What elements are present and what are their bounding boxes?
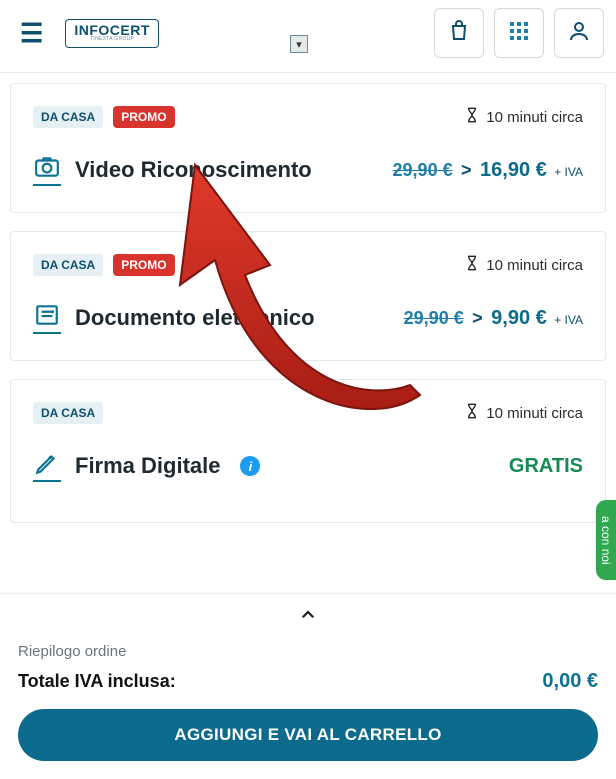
duration-text: 10 minuti circa: [486, 109, 583, 126]
card-top: DA CASA PROMO 10 minuti circa: [33, 254, 583, 276]
options-list: DA CASA PROMO 10 minuti circa Video Rico…: [0, 73, 616, 533]
duration-label: 10 minuti circa: [464, 107, 583, 127]
app-header: ☰ INFOCERT TINEXTA GROUP: [0, 0, 616, 66]
add-to-cart-button[interactable]: AGGIUNGI E VAI AL CARRELLO: [18, 709, 598, 761]
total-value: 0,00 €: [542, 670, 598, 693]
grid-icon: [507, 19, 531, 48]
duration-label: 10 minuti circa: [464, 403, 583, 423]
card-body: Documento elettronico 29,90 € > 9,90 € +…: [33, 302, 583, 334]
price-block: 29,90 € > 9,90 € + IVA: [404, 307, 583, 330]
price-separator: >: [472, 308, 483, 328]
duration-label: 10 minuti circa: [464, 255, 583, 275]
summary-heading: Riepilogo ordine: [18, 643, 598, 660]
card-top: DA CASA 10 minuti circa: [33, 402, 583, 424]
expand-sheet-button[interactable]: [18, 606, 598, 629]
shopping-bag-icon: [447, 19, 471, 48]
card-body: Firma Digitale i GRATIS: [33, 450, 583, 482]
hourglass-icon: [464, 403, 486, 423]
duration-text: 10 minuti circa: [486, 257, 583, 274]
price-new: 9,90 €: [491, 307, 547, 329]
apps-button[interactable]: [494, 8, 544, 58]
order-summary-sheet: Riepilogo ordine Totale IVA inclusa: 0,0…: [0, 593, 616, 779]
promo-badge: PROMO: [113, 254, 174, 276]
info-icon[interactable]: i: [240, 456, 260, 476]
option-title: Firma Digitale: [75, 453, 220, 479]
chat-tab[interactable]: a con noi: [596, 500, 616, 580]
price-old: 29,90 €: [393, 160, 453, 180]
total-label: Totale IVA inclusa:: [18, 671, 176, 692]
price-new: 16,90 €: [480, 159, 547, 181]
card-body: Video Riconoscimento 29,90 € > 16,90 € +…: [33, 154, 583, 186]
price-block: GRATIS: [509, 455, 583, 478]
price-old: 29,90 €: [404, 308, 464, 328]
user-icon: [567, 19, 591, 48]
option-card-firma[interactable]: DA CASA 10 minuti circa Firma Digitale i…: [10, 379, 606, 523]
price-free: GRATIS: [509, 455, 583, 477]
pen-icon: [33, 450, 61, 482]
hourglass-icon: [464, 255, 486, 275]
price-block: 29,90 € > 16,90 € + IVA: [393, 159, 583, 182]
card-top: DA CASA PROMO 10 minuti circa: [33, 106, 583, 128]
price-vat: + IVA: [554, 313, 583, 327]
price-separator: >: [461, 160, 472, 180]
logo-main: INFOCERT: [74, 23, 150, 37]
source-badge: DA CASA: [33, 254, 103, 276]
price-vat: + IVA: [554, 165, 583, 179]
option-title: Video Riconoscimento: [75, 157, 312, 183]
document-icon: [33, 302, 61, 334]
option-card-video[interactable]: DA CASA PROMO 10 minuti circa Video Rico…: [10, 83, 606, 213]
source-badge: DA CASA: [33, 106, 103, 128]
option-card-doc[interactable]: DA CASA PROMO 10 minuti circa Documento …: [10, 231, 606, 361]
source-badge: DA CASA: [33, 402, 103, 424]
promo-badge: PROMO: [113, 106, 174, 128]
hourglass-icon: [464, 107, 486, 127]
dropdown-arrow-icon[interactable]: ▾: [290, 35, 308, 53]
duration-text: 10 minuti circa: [486, 405, 583, 422]
option-title: Documento elettronico: [75, 305, 315, 331]
account-button[interactable]: [554, 8, 604, 58]
menu-button[interactable]: ☰: [12, 14, 51, 53]
camera-icon: [33, 154, 61, 186]
chevron-up-icon: [295, 611, 321, 628]
cart-button[interactable]: [434, 8, 484, 58]
total-row: Totale IVA inclusa: 0,00 €: [18, 670, 598, 693]
logo[interactable]: INFOCERT TINEXTA GROUP: [65, 19, 159, 48]
